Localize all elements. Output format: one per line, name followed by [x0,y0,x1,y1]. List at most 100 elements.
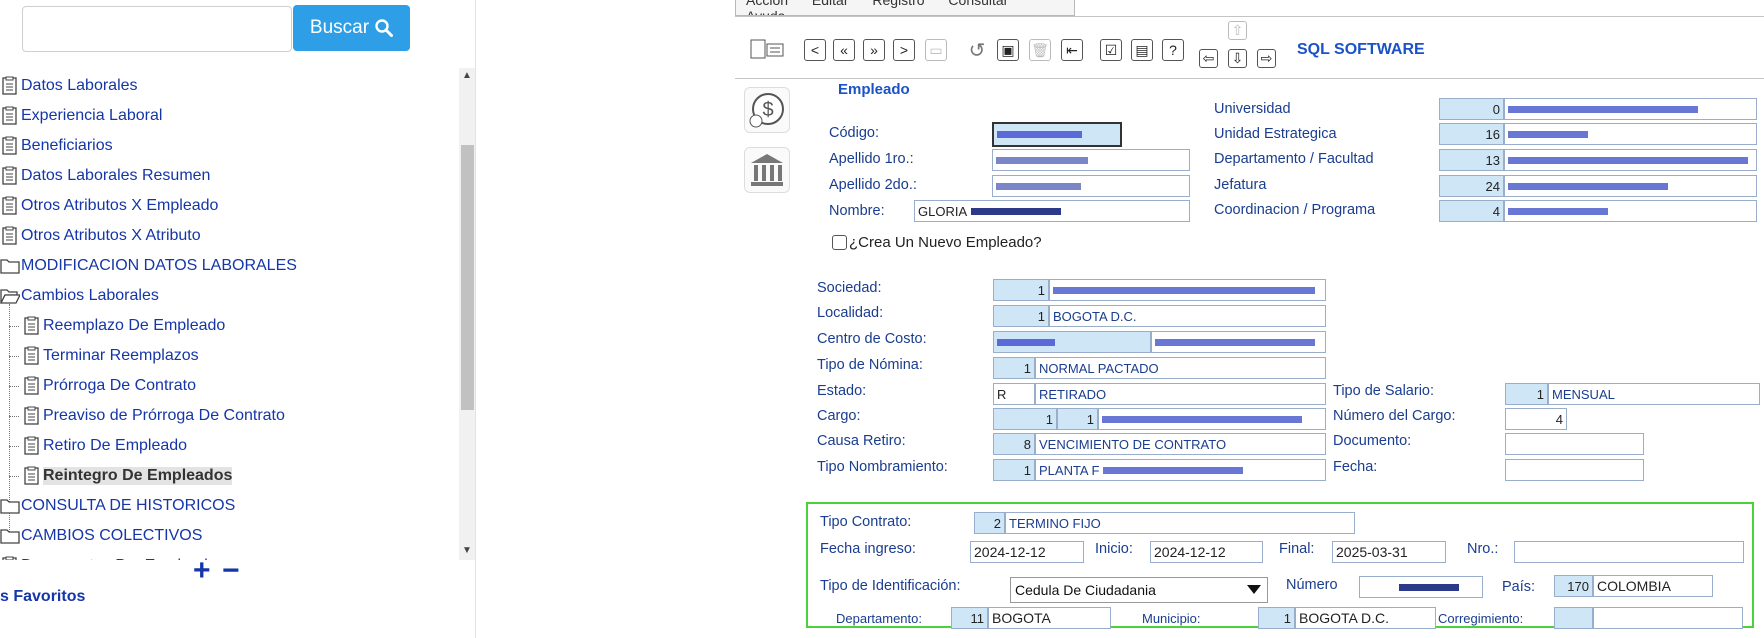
departamento-code-field[interactable]: 11 [951,607,988,629]
tree-item[interactable]: Documentos Por Empleado [0,554,217,560]
universidad-code[interactable]: 0 [1439,98,1504,120]
tree-item[interactable]: Reemplazo De Empleado [22,314,225,338]
help-icon[interactable]: ? [1162,39,1184,61]
tipo-nombramiento-code[interactable]: 1 [993,459,1035,481]
search-input[interactable] [22,6,292,52]
arrow-right-icon[interactable]: ⇨ [1257,49,1276,68]
unidad-code[interactable]: 16 [1439,123,1504,145]
undo-icon[interactable]: ↺ [966,39,988,62]
scrollbar-thumb[interactable] [461,145,474,410]
estado-code[interactable]: R [993,383,1035,405]
next-record-icon[interactable]: > [893,39,915,61]
checklist-icon[interactable]: ☑ [1100,39,1122,61]
tree-item[interactable]: Datos Laborales [0,74,138,98]
numero-id-field[interactable] [1359,576,1483,598]
centro-costo-name[interactable] [1151,331,1326,353]
tree-item[interactable]: Otros Atributos X Atributo [0,224,201,248]
apellido2-field[interactable] [992,175,1190,197]
apellido1-field[interactable] [992,149,1190,171]
tipo-nomina-name[interactable]: NORMAL PACTADO [1035,357,1326,379]
documento-field[interactable] [1505,433,1644,455]
corregimiento-name-field[interactable] [1593,607,1743,629]
inicio-field[interactable]: 2024-12-12 [1150,541,1263,563]
new-employee-checkbox[interactable]: ¿Crea Un Nuevo Empleado? [832,234,1042,251]
previous-page-icon[interactable]: « [833,39,855,61]
delete-icon[interactable]: 🗑 [1029,39,1051,61]
arrow-up-icon[interactable]: ⇧ [1228,21,1247,40]
tree-item[interactable]: Retiro De Empleado [22,434,187,458]
cargo-code[interactable]: 1 [993,408,1057,430]
numero-cargo-field[interactable]: 4 [1505,408,1567,430]
coordinacion-code[interactable]: 4 [1439,200,1504,222]
localidad-code[interactable]: 1 [993,305,1049,327]
arrow-left-icon[interactable]: ⇦ [1199,49,1218,68]
menu-editar[interactable]: Editar [812,0,849,8]
report-icon[interactable]: ▤ [1131,39,1153,61]
save-icon[interactable]: ▣ [997,39,1019,61]
payroll-money-icon[interactable]: $ [744,87,790,133]
causa-retiro-code[interactable]: 8 [993,433,1035,455]
insert-icon[interactable]: ▭ [925,39,947,61]
final-field[interactable]: 2025-03-31 [1332,541,1446,563]
localidad-name[interactable]: BOGOTA D.C. [1049,305,1326,327]
centro-costo-code[interactable] [993,331,1151,353]
jefatura-code[interactable]: 24 [1439,175,1504,197]
tree-item[interactable]: Terminar Reemplazos [22,344,199,368]
tipo-nombramiento-name[interactable]: PLANTA F [1035,459,1326,481]
coordinacion-name[interactable] [1504,200,1757,222]
sociedad-name[interactable] [1049,279,1326,301]
departamento-code[interactable]: 13 [1439,149,1504,171]
jefatura-name[interactable] [1504,175,1757,197]
universidad-name[interactable] [1504,98,1757,120]
tipo-nomina-code[interactable]: 1 [993,357,1035,379]
municipio-code-field[interactable]: 1 [1258,607,1295,629]
tree-item[interactable]: Datos Laborales Resumen [0,164,210,188]
pais-name[interactable]: COLOMBIA [1593,575,1713,597]
expand-all-button[interactable]: + [193,556,211,586]
causa-retiro-name[interactable]: VENCIMIENTO DE CONTRATO [1035,433,1326,455]
tipo-contrato-code[interactable]: 2 [974,512,1005,534]
menu-accion[interactable]: Acción [746,0,788,8]
first-record-icon[interactable]: < [804,39,826,61]
pais-code[interactable]: 170 [1554,575,1593,597]
next-page-icon[interactable]: » [863,39,885,61]
tree-item[interactable]: Otros Atributos X Empleado [0,194,218,218]
sociedad-code[interactable]: 1 [993,279,1049,301]
menu-registro[interactable]: Registro [872,0,924,8]
fecha-ingreso-field[interactable]: 2024-12-12 [970,541,1084,563]
municipio-name-field[interactable]: BOGOTA D.C. [1295,607,1436,629]
nro-field[interactable] [1514,541,1744,563]
estado-name[interactable]: RETIRADO [1035,383,1326,405]
tree-item[interactable]: Prórroga De Contrato [22,374,196,398]
search-button[interactable]: Buscar [293,5,410,51]
departamento-name-field[interactable]: BOGOTA [988,607,1111,629]
chevron-down-icon[interactable] [1241,577,1267,603]
tipo-salario-code[interactable]: 1 [1505,383,1548,405]
menu-ayuda[interactable]: Ayuda [746,8,785,15]
tree-item[interactable]: MODIFICACION DATOS LABORALES [0,254,297,278]
arrow-down-icon[interactable]: ⇩ [1228,49,1247,68]
codigo-field[interactable] [992,122,1122,147]
nombre-field[interactable]: GLORIA [914,200,1190,222]
tipo-salario-name[interactable]: MENSUAL [1548,383,1760,405]
tree-item[interactable]: Preaviso de Prórroga De Contrato [22,404,285,428]
tree-item[interactable]: Experiencia Laboral [0,104,162,128]
checkbox-icon[interactable] [832,235,847,250]
unidad-name[interactable] [1504,123,1757,145]
cargo-code-secondary[interactable]: 1 [1057,408,1098,430]
tree-item[interactable]: Reintegro De Empleados [22,464,233,488]
corregimiento-code-field[interactable] [1554,607,1593,629]
tree-item[interactable]: Beneficiarios [0,134,113,158]
tree-item[interactable]: Cambios Laborales [0,284,159,308]
tipo-identificacion-select[interactable]: Cedula De Ciudadania [1010,577,1268,603]
new-record-icon[interactable] [748,38,788,60]
exit-icon[interactable]: ⇤ [1061,39,1083,61]
scroll-down-arrow-icon[interactable]: ▼ [459,545,475,556]
tipo-contrato-name[interactable]: TERMINO FIJO [1005,512,1355,534]
favorites-label[interactable]: s Favoritos [0,588,85,606]
tree-item[interactable]: CAMBIOS COLECTIVOS [0,524,202,548]
bank-icon[interactable] [744,147,790,193]
fecha-field[interactable] [1505,459,1644,481]
cargo-name[interactable] [1098,408,1326,430]
departamento-name[interactable] [1504,149,1757,171]
